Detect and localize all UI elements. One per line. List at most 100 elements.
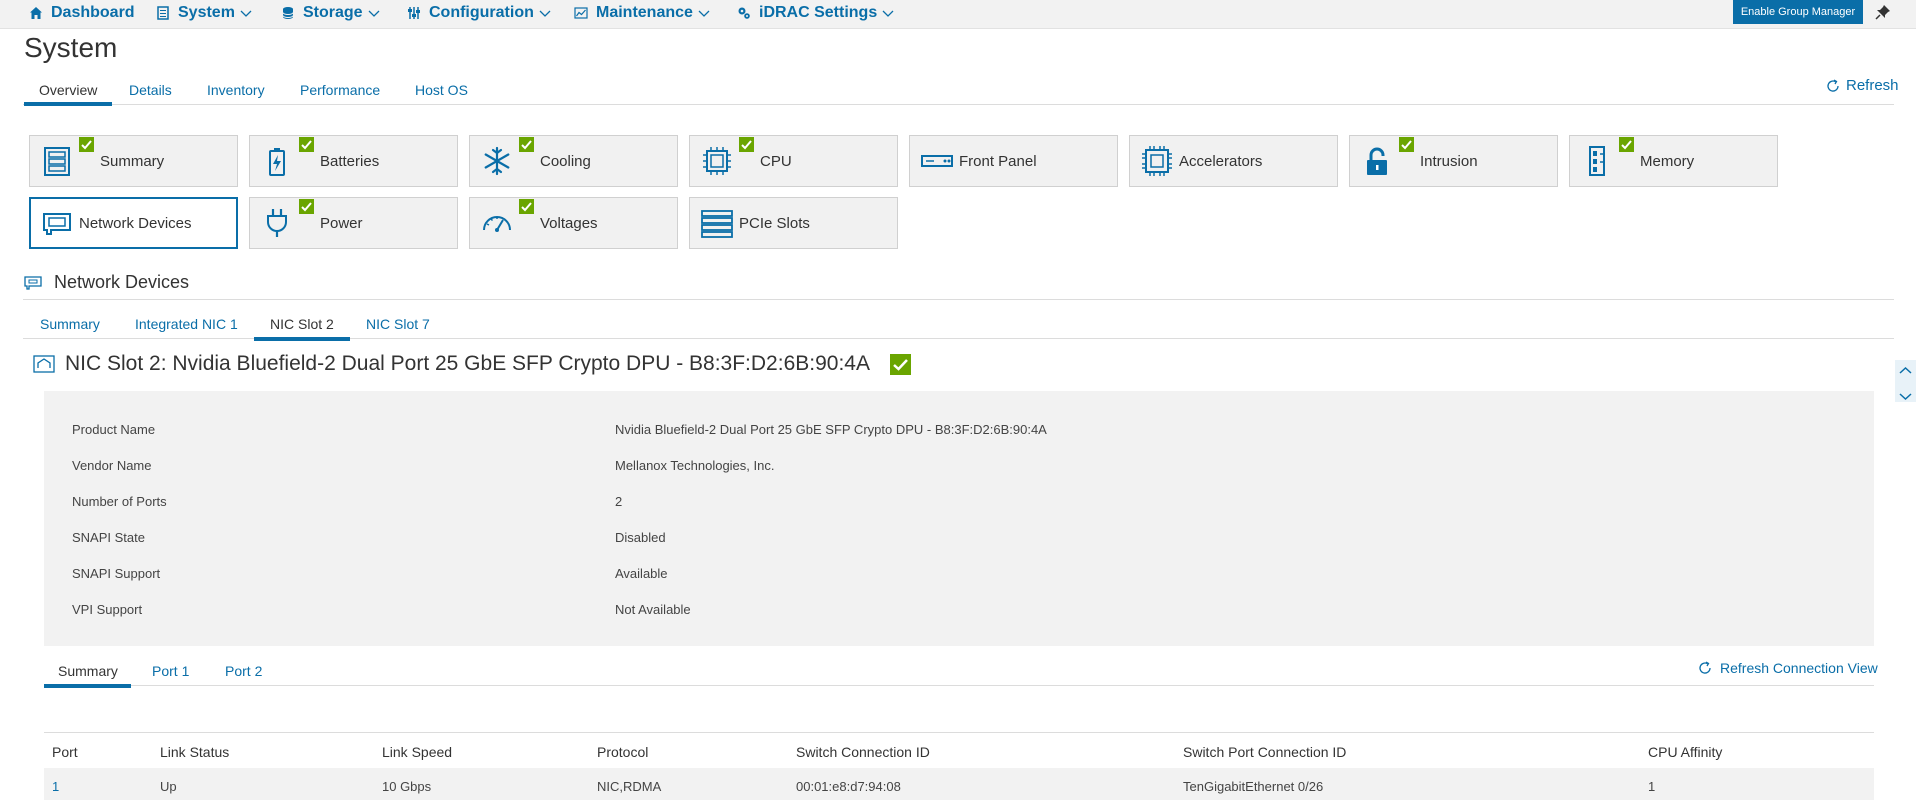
chevron-down-icon	[368, 10, 380, 17]
property-key: Product Name	[72, 422, 156, 437]
nav-system[interactable]: System	[155, 0, 253, 26]
network-card-icon	[24, 275, 42, 290]
tile-network-devices[interactable]: Network Devices	[29, 197, 238, 249]
tile-label: PCIe Slots	[739, 215, 810, 232]
tile-cpu[interactable]: CPU	[689, 135, 898, 187]
tile-cooling[interactable]: Cooling	[469, 135, 678, 187]
tab-details[interactable]: Details	[129, 80, 172, 105]
table-cell: 1	[1648, 779, 1656, 794]
accelerator-icon	[1142, 146, 1172, 176]
power-plug-icon	[267, 209, 287, 237]
table-cell: Up	[160, 779, 177, 794]
tile-batteries[interactable]: Batteries	[249, 135, 458, 187]
tab-port-1[interactable]: Port 1	[152, 663, 189, 679]
column-header[interactable]: Switch Port Connection ID	[1183, 744, 1346, 760]
table-cell: 10 Gbps	[382, 779, 432, 794]
table-header-row: Port Link Status Link Speed Protocol Swi…	[44, 732, 1874, 768]
chevron-down-icon[interactable]	[1895, 386, 1916, 407]
property-key: VPI Support	[72, 602, 143, 617]
scroll-arrows[interactable]	[1895, 360, 1916, 402]
column-header[interactable]: Link Speed	[382, 744, 452, 760]
property-key: Number of Ports	[72, 494, 167, 509]
table-cell: TenGigabitEthernet 0/26	[1183, 779, 1324, 794]
lock-icon	[1367, 147, 1387, 175]
tab-performance[interactable]: Performance	[300, 80, 380, 105]
table-cell: 00:01:e8:d7:94:08	[796, 779, 901, 794]
column-header[interactable]: Switch Connection ID	[796, 744, 930, 760]
tab-integrated-nic-1[interactable]: Integrated NIC 1	[135, 316, 238, 332]
tile-accelerators[interactable]: Accelerators	[1129, 135, 1338, 187]
tile-label: Network Devices	[79, 215, 192, 232]
tile-voltages[interactable]: Voltages	[469, 197, 678, 249]
tile-label: Intrusion	[1420, 153, 1478, 170]
property-value: Nvidia Bluefield-2 Dual Port 25 GbE SFP …	[615, 422, 1047, 437]
tab-nic-slot-7[interactable]: NIC Slot 7	[366, 316, 430, 332]
column-header[interactable]: Link Status	[160, 744, 229, 760]
tile-label: CPU	[760, 153, 792, 170]
chart-icon	[573, 5, 589, 21]
column-header[interactable]: CPU Affinity	[1648, 744, 1722, 760]
tile-label: Power	[320, 215, 363, 232]
network-devices-section-header: Network Devices	[24, 272, 189, 293]
network-card-icon	[43, 213, 71, 235]
tab-nic-slot-2[interactable]: NIC Slot 2	[254, 316, 350, 341]
chevron-down-icon	[240, 10, 252, 17]
cpu-icon	[703, 147, 731, 175]
property-value: Mellanox Technologies, Inc.	[615, 458, 775, 473]
property-value: 2	[615, 494, 623, 509]
nav-maintenance[interactable]: Maintenance	[573, 0, 711, 26]
status-ok-icon	[79, 137, 94, 152]
gauge-icon	[483, 216, 511, 232]
nav-storage[interactable]: Storage	[280, 0, 381, 26]
nav-idrac-settings[interactable]: iDRAC Settings	[736, 0, 895, 26]
tile-pcie-slots[interactable]: PCIe Slots	[689, 197, 898, 249]
tab-nd-summary[interactable]: Summary	[40, 316, 100, 332]
server-icon	[155, 5, 171, 21]
status-ok-icon	[889, 353, 911, 375]
tile-label: Batteries	[320, 153, 380, 170]
table-cell: NIC,RDMA	[597, 779, 662, 794]
chevron-down-icon	[882, 10, 894, 17]
tile-label: Memory	[1640, 153, 1695, 170]
chevron-down-icon	[698, 10, 710, 17]
network-device-tabs: Summary Integrated NIC 1 NIC Slot 2 NIC …	[23, 314, 1894, 341]
tab-port-2[interactable]: Port 2	[225, 663, 262, 679]
home-icon	[28, 5, 44, 21]
page-tabs: Overview Details Inventory Performance H…	[23, 80, 1894, 106]
enable-group-manager-button[interactable]: Enable Group Manager	[1733, 0, 1863, 24]
column-header[interactable]: Port	[52, 744, 78, 760]
port-tabs: Summary Port 1 Port 2	[44, 659, 1874, 688]
device-title: NIC Slot 2: Nvidia Bluefield-2 Dual Port…	[65, 352, 870, 375]
tile-front-panel[interactable]: Front Panel	[909, 135, 1118, 187]
pin-icon[interactable]	[1875, 4, 1891, 20]
status-ok-icon	[299, 137, 314, 152]
refresh-icon	[1827, 78, 1839, 92]
summary-icon	[44, 147, 70, 176]
tile-intrusion[interactable]: Intrusion	[1349, 135, 1558, 187]
tab-host-os[interactable]: Host OS	[415, 80, 468, 105]
memory-icon	[1589, 146, 1605, 176]
property-value: Disabled	[615, 530, 666, 545]
refresh-icon	[1699, 661, 1711, 674]
refresh-connection-view-button[interactable]: Refresh Connection View	[1698, 660, 1878, 676]
refresh-button[interactable]: Refresh	[1826, 77, 1899, 94]
status-ok-icon	[739, 137, 754, 152]
nav-configuration[interactable]: Configuration	[406, 0, 552, 26]
tile-label: Accelerators	[1179, 153, 1263, 170]
chevron-up-icon[interactable]	[1895, 360, 1916, 381]
tile-power[interactable]: Power	[249, 197, 458, 249]
sliders-icon	[406, 5, 422, 21]
tile-memory[interactable]: Memory	[1569, 135, 1778, 187]
column-header[interactable]: Protocol	[597, 744, 648, 760]
front-panel-icon	[921, 155, 953, 167]
pcie-icon	[701, 210, 733, 238]
port-link[interactable]: 1	[52, 779, 59, 794]
property-key: Vendor Name	[72, 458, 152, 473]
tab-overview[interactable]: Overview	[23, 80, 113, 106]
property-value: Available	[615, 566, 668, 581]
tab-ports-summary[interactable]: Summary	[44, 663, 131, 688]
tile-summary[interactable]: Summary	[29, 135, 238, 187]
page-title: System	[24, 32, 118, 63]
nav-dashboard[interactable]: Dashboard	[28, 0, 135, 26]
tab-inventory[interactable]: Inventory	[207, 80, 265, 105]
